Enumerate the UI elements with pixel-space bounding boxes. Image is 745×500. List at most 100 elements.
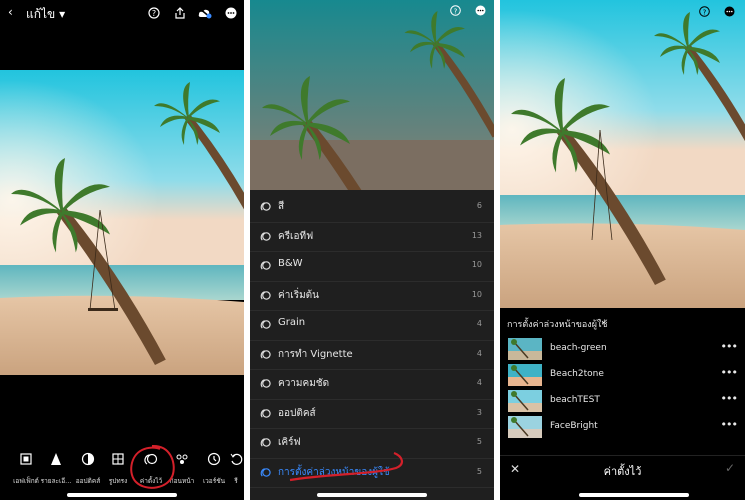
top-bar: ‹ แก้ไข ▾ ?	[0, 0, 244, 28]
preset-group-title: การตั้งค่าล่วงหน้าของผู้ใช้	[507, 320, 608, 330]
detail-icon	[51, 453, 61, 465]
presets-icon	[260, 379, 271, 388]
preset-name: FaceBright	[550, 421, 598, 431]
preset-thumbnail	[508, 416, 542, 438]
more-options-icon[interactable]	[225, 7, 237, 19]
category-vignette[interactable]: การทำ Vignette 4	[250, 341, 494, 370]
user-presets-screen: ? การตั้งค่าล่วงหน้าของผู้ใช้ ⌄ beach-gr…	[500, 0, 745, 500]
edit-mode-dropdown[interactable]: แก้ไข ▾	[26, 5, 65, 24]
edit-mode-label: แก้ไข	[26, 7, 56, 21]
tool-label: รี	[234, 477, 238, 485]
tool-label: รูปทรง	[108, 477, 128, 485]
svg-text:?: ?	[703, 9, 707, 17]
category-label: ออปติคส์	[278, 407, 316, 419]
chevron-down-icon: ⌄	[600, 316, 608, 326]
preset-thumbnail	[508, 338, 542, 360]
red-underline-annotation	[289, 451, 403, 482]
optics-icon	[81, 452, 95, 466]
preset-item[interactable]: beach-green •••	[500, 338, 745, 362]
more-options-icon[interactable]	[724, 6, 735, 17]
category-label: ครีเอทีฟ	[278, 230, 314, 242]
category-count: 3	[476, 407, 482, 417]
red-circle-annotation	[130, 444, 175, 489]
tool-detail[interactable]: รายละเอี...	[38, 448, 74, 487]
preset-footer: ✕ ค่าตั้งไว้ ✓	[500, 455, 745, 484]
presets-icon	[260, 320, 271, 329]
footer-title: ค่าตั้งไว้	[603, 465, 642, 478]
help-icon[interactable]: ?	[699, 6, 710, 17]
category-count: 13	[471, 230, 482, 240]
preset-name: Beach2tone	[550, 369, 604, 379]
category-color[interactable]: สี 6	[250, 193, 494, 223]
preset-more-button[interactable]: •••	[721, 392, 738, 405]
presets-icon	[260, 261, 271, 270]
presets-icon	[260, 202, 271, 211]
category-bw[interactable]: B&W 10	[250, 252, 494, 282]
svg-text:?: ?	[454, 8, 458, 16]
category-count: 6	[476, 201, 482, 210]
category-count: 4	[476, 378, 482, 387]
share-icon[interactable]	[174, 7, 186, 19]
category-count: 5	[476, 466, 482, 476]
home-indicator	[579, 493, 689, 497]
preset-more-button[interactable]: •••	[721, 340, 738, 353]
category-grain[interactable]: Grain 4	[250, 311, 494, 341]
tool-label: ออปติคส์	[75, 477, 101, 485]
more-options-icon[interactable]	[475, 5, 486, 16]
preset-item[interactable]: beachTEST •••	[500, 390, 745, 414]
preset-item[interactable]: Beach2tone •••	[500, 364, 745, 388]
preset-thumbnail	[508, 364, 542, 386]
category-count: 10	[471, 260, 482, 269]
preset-category-list: สี 6 ครีเอทีฟ 13 B&W 10 ค่าเริ่มต้น 10 G…	[250, 193, 494, 488]
geometry-icon	[112, 453, 124, 465]
category-label: B&W	[278, 258, 303, 269]
preset-group-dropdown[interactable]: การตั้งค่าล่วงหน้าของผู้ใช้ ⌄	[500, 312, 745, 334]
preset-item[interactable]: FaceBright •••	[500, 416, 745, 440]
presets-icon	[260, 290, 271, 300]
category-label: การทำ Vignette	[278, 348, 353, 360]
preset-thumbnail	[508, 390, 542, 412]
edit-screen: ‹ แก้ไข ▾ ? เอฟเฟ็กต์ รายละเอี... ออปติค…	[0, 0, 244, 500]
tool-label: เอฟเฟ็กต์	[13, 477, 39, 485]
reset-icon	[230, 453, 243, 465]
preset-more-button[interactable]: •••	[721, 366, 738, 379]
preset-more-button[interactable]: •••	[721, 418, 738, 431]
category-count: 10	[471, 289, 482, 299]
checkmark-icon[interactable]: ✓	[725, 461, 735, 475]
photo-preview[interactable]	[0, 70, 244, 375]
photo-preview[interactable]: ?	[250, 0, 494, 190]
presets-icon	[260, 231, 271, 241]
category-label: สี	[278, 201, 285, 212]
category-sharpening[interactable]: ความคมชัด 4	[250, 370, 494, 400]
presets-icon	[260, 349, 271, 359]
back-chevron-icon[interactable]: ‹	[8, 5, 13, 19]
tool-strip: เอฟเฟ็กต์ รายละเอี... ออปติคส์ รูปทรง ค่…	[0, 448, 244, 488]
category-count: 4	[476, 348, 482, 358]
presets-icon	[260, 467, 271, 477]
tool-label: เวอร์ชัน	[202, 477, 226, 485]
preset-name: beach-green	[550, 343, 607, 353]
preset-categories-screen: ? สี 6 ครีเอทีฟ 13 B&W 10 ค่าเริ่มต้น 10…	[250, 0, 494, 500]
category-label: Grain	[278, 317, 306, 328]
tool-label: รายละเอี...	[40, 477, 72, 485]
help-icon[interactable]: ?	[450, 5, 461, 16]
category-default[interactable]: ค่าเริ่มต้น 10	[250, 282, 494, 311]
category-label: ความคมชัด	[278, 378, 330, 389]
home-indicator	[317, 493, 427, 497]
preset-name: beachTEST	[550, 395, 600, 405]
presets-icon	[260, 438, 271, 447]
svg-text:?: ?	[152, 9, 156, 18]
tool-reset[interactable]: รี	[224, 448, 244, 487]
photo-preview[interactable]: ?	[500, 0, 745, 308]
home-indicator	[67, 493, 177, 497]
category-creative[interactable]: ครีเอทีฟ 13	[250, 223, 494, 252]
help-icon[interactable]: ?	[148, 7, 160, 19]
category-label: ค่าเริ่มต้น	[278, 289, 320, 301]
category-count: 5	[476, 437, 482, 446]
presets-icon	[260, 408, 271, 418]
cloud-sync-icon[interactable]	[198, 7, 212, 19]
category-count: 4	[476, 319, 482, 328]
category-optics[interactable]: ออปติคส์ 3	[250, 400, 494, 429]
versions-icon	[207, 452, 221, 466]
effects-icon	[20, 453, 32, 465]
